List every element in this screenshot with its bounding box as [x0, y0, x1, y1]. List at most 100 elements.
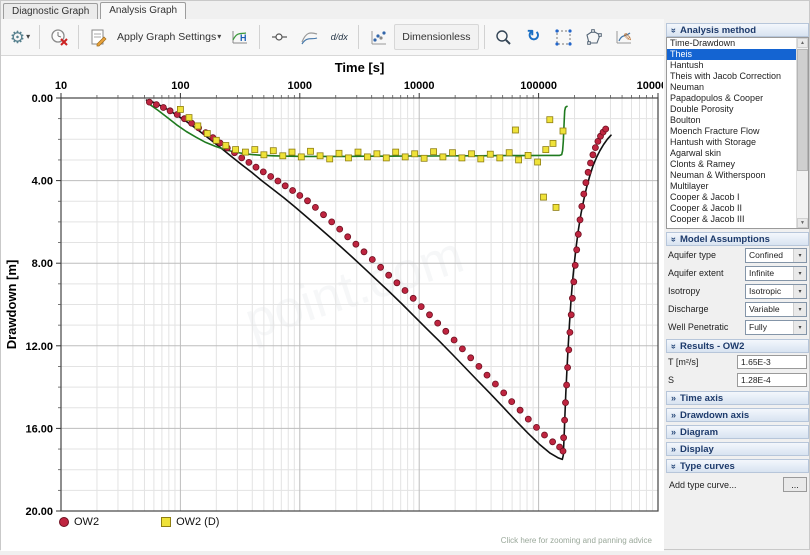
polygon-select-button[interactable] — [580, 23, 608, 51]
aquifer-analysis-window: Diagnostic Graph Analysis Graph ⚙ ▾ Appl… — [0, 0, 810, 551]
gridlines — [60, 97, 659, 512]
polygon-select-icon — [586, 28, 602, 45]
toolbar-separator — [78, 25, 79, 49]
dimensionless-label: Dimensionless — [402, 31, 471, 43]
type-curves-header[interactable]: » Type curves — [666, 459, 809, 473]
method-item[interactable]: Papadopulos & Cooper — [667, 93, 797, 104]
toolbar-separator — [259, 25, 261, 49]
analysis-method-title: Analysis method — [680, 24, 757, 36]
scroll-up-icon[interactable]: ▲ — [797, 38, 808, 48]
section-chevron-icon: » — [671, 443, 677, 454]
combo-value: Infinite — [749, 268, 775, 278]
assumption-combo[interactable]: Infinite ▾ — [745, 265, 807, 281]
svg-text:10000: 10000 — [404, 80, 435, 92]
pencil-icon: ✎ — [623, 32, 632, 44]
scroll-down-icon[interactable]: ▼ — [797, 218, 808, 228]
type-curves-button[interactable] — [295, 23, 323, 51]
svg-text:1000: 1000 — [288, 80, 312, 92]
method-item[interactable]: Agarwal skin — [667, 148, 797, 159]
section-chevron-icon: » — [669, 343, 680, 349]
assumption-combo[interactable]: Isotropic ▾ — [745, 283, 807, 299]
chevron-down-icon: ▾ — [793, 266, 806, 280]
reset-zoom-button[interactable]: ↻ — [520, 23, 548, 51]
assumption-label: Isotropy — [668, 286, 701, 296]
baseline-marker-button[interactable] — [265, 23, 293, 51]
method-item[interactable]: Cooper & Jacob I — [667, 192, 797, 203]
method-item[interactable]: Theis with Jacob Correction — [667, 71, 797, 82]
report-button[interactable] — [84, 23, 112, 51]
settings-gear-button[interactable]: ⚙ ▾ — [6, 23, 34, 51]
combo-value: Variable — [749, 304, 780, 314]
method-item[interactable]: Boulton — [667, 115, 797, 126]
type-curves-icon — [301, 31, 317, 44]
method-item[interactable]: Multilayer — [667, 181, 797, 192]
apply-graph-settings-button[interactable]: Apply Graph Settings ▾ — [114, 23, 224, 51]
list-scrollbar[interactable]: ▲ ▼ — [796, 38, 808, 228]
collapsed-section-header[interactable]: » Drawdown axis — [666, 408, 809, 422]
derivative-button[interactable]: d/dx — [325, 23, 353, 51]
assumption-combo[interactable]: Variable ▾ — [745, 301, 807, 317]
chevron-down-icon: ▾ — [793, 284, 806, 298]
legend-label-ow2-d: OW2 (D) — [176, 516, 220, 528]
zoom-icon — [496, 29, 511, 45]
results-header[interactable]: » Results - OW2 — [666, 339, 809, 353]
result-row: S 1.28E-4 — [666, 371, 809, 389]
chart-legend: OW2 OW2 (D) — [59, 516, 219, 528]
method-item[interactable]: Moench Fracture Flow — [667, 126, 797, 137]
scatter-view-button[interactable] — [364, 23, 392, 51]
assumption-row: Isotropy Isotropic ▾ — [666, 282, 809, 300]
edit-chart-button[interactable]: ✎ — [610, 23, 638, 51]
collapsed-section-title: Time axis — [680, 392, 724, 404]
graph-tabs: Diagnostic Graph Analysis Graph — [3, 2, 188, 19]
assumption-combo[interactable]: Fully ▾ — [745, 319, 807, 335]
collapsed-section-title: Diagram — [680, 426, 719, 438]
method-item[interactable]: Theis — [667, 49, 797, 60]
analysis-toolbar: ⚙ ▾ Apply Graph Settings ▾ H d/dx Dimens… — [1, 19, 664, 56]
chart-region: point.com1010010001000010000010000000.00… — [1, 56, 679, 551]
graph-h-button[interactable]: H — [226, 23, 254, 51]
tab-diagnostic-graph[interactable]: Diagnostic Graph — [3, 3, 99, 19]
gear-icon: ⚙ — [9, 27, 26, 47]
method-item[interactable]: Hantush with Storage — [667, 137, 797, 148]
collapsed-section-header[interactable]: » Display — [666, 442, 809, 456]
toolbar-separator — [39, 25, 40, 49]
analysis-chart[interactable]: point.com1010010001000010000010000000.00… — [1, 56, 679, 550]
zoom-pan-advice-link[interactable]: Click here for zooming and panning advic… — [501, 536, 652, 545]
derivative-icon: d/dx — [330, 31, 348, 42]
method-item[interactable]: Hantush — [667, 60, 797, 71]
method-item[interactable]: Clonts & Ramey — [667, 159, 797, 170]
legend-item-ow2[interactable]: OW2 — [59, 516, 99, 528]
svg-text:100000: 100000 — [520, 80, 557, 92]
method-item[interactable]: Double Porosity — [667, 104, 797, 115]
collapsed-section-header[interactable]: » Time axis — [666, 391, 809, 405]
result-value-field[interactable]: 1.28E-4 — [737, 373, 807, 387]
assumption-row: Well Penetratic Fully ▾ — [666, 318, 809, 336]
chevron-down-icon: ▾ — [793, 302, 806, 316]
model-assumptions-header[interactable]: » Model Assumptions — [666, 232, 809, 246]
method-item[interactable]: Neuman — [667, 82, 797, 93]
svg-text:100: 100 — [171, 80, 189, 92]
analysis-method-header[interactable]: » Analysis method — [666, 23, 809, 37]
method-item[interactable]: Cooper & Jacob II — [667, 203, 797, 214]
scrollbar-thumb[interactable] — [797, 49, 808, 171]
method-item[interactable]: Cooper & Jacob III — [667, 214, 797, 225]
scatter-icon — [371, 30, 386, 44]
collapsed-section-header[interactable]: » Diagram — [666, 425, 809, 439]
result-row: T [m²/s] 1.65E-3 — [666, 353, 809, 371]
method-item[interactable]: Time-Drawdown — [667, 38, 797, 49]
legend-item-ow2-d[interactable]: OW2 (D) — [161, 516, 219, 528]
assumption-combo[interactable]: Confined ▾ — [745, 247, 807, 263]
zoom-extents-button[interactable] — [550, 23, 578, 51]
toolbar-separator — [358, 25, 360, 49]
zoom-button[interactable] — [490, 23, 518, 51]
dimensionless-button[interactable]: Dimensionless — [394, 24, 479, 50]
svg-text:Time [s]: Time [s] — [335, 60, 385, 75]
result-value-field[interactable]: 1.65E-3 — [737, 355, 807, 369]
tab-analysis-graph[interactable]: Analysis Graph — [100, 2, 187, 19]
remove-time-button[interactable] — [45, 23, 73, 51]
assumption-label: Aquifer type — [668, 250, 717, 260]
add-type-curve-button[interactable]: ... — [783, 477, 807, 492]
assumption-row: Aquifer extent Infinite ▾ — [666, 264, 809, 282]
method-item[interactable]: Neuman & Witherspoon — [667, 170, 797, 181]
section-chevron-icon: » — [669, 236, 680, 242]
